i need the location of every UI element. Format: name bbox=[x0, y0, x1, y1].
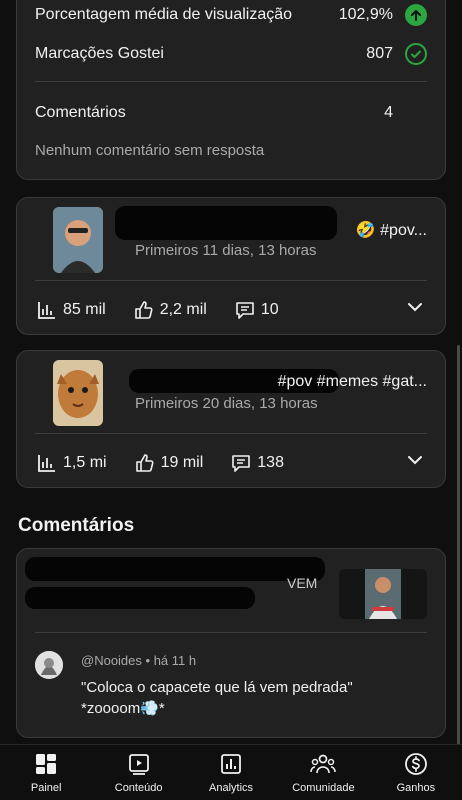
views-metric: 85 mil bbox=[37, 300, 106, 320]
likes-metric: 2,2 mil bbox=[134, 300, 207, 320]
comments-heading: Comentários bbox=[18, 515, 135, 536]
divider bbox=[35, 632, 427, 633]
views-value: 1,5 mi bbox=[63, 453, 107, 471]
video-thumbnail[interactable] bbox=[53, 360, 103, 426]
comment-line-2: *zoooom💨* bbox=[81, 700, 165, 717]
video-metrics: 85 mil 2,2 mil 10 bbox=[37, 297, 425, 322]
nav-item-painel[interactable]: Painel bbox=[0, 745, 92, 800]
redacted-video-title bbox=[25, 587, 255, 609]
video-title-fragment: VEM bbox=[287, 575, 318, 591]
nav-label: Ganhos bbox=[396, 782, 436, 794]
comment-author[interactable]: @Nooides bbox=[81, 653, 142, 668]
comment-time: há 11 h bbox=[153, 653, 197, 668]
avg-view-value: 102,9% bbox=[338, 6, 393, 23]
chevron-down-icon[interactable] bbox=[405, 450, 425, 475]
likes-row: Marcações Gostei 807 bbox=[35, 43, 427, 65]
nav-label: Analytics bbox=[209, 782, 254, 794]
divider bbox=[35, 81, 427, 82]
video-title: 🤣 #pov... bbox=[355, 222, 427, 239]
comments-value: 4 bbox=[384, 104, 393, 121]
comment-card[interactable]: VEM @Nooides • há 11 h "Coloca o capacet… bbox=[16, 548, 446, 738]
bar-chart-icon bbox=[38, 454, 55, 472]
chevron-down-icon[interactable] bbox=[405, 297, 425, 322]
scrollbar[interactable] bbox=[457, 345, 460, 745]
nav-item-comunidade[interactable]: Comunidade bbox=[277, 745, 369, 800]
comments-row: Comentários 4 bbox=[35, 104, 427, 122]
likes-value: 2,2 mil bbox=[159, 300, 207, 318]
likes-value: 19 mil bbox=[160, 453, 204, 471]
bar-chart-icon bbox=[38, 301, 55, 319]
no-reply-row: Nenhum comentário sem resposta bbox=[35, 142, 427, 159]
comments-value: 10 bbox=[260, 300, 279, 318]
views-value: 85 mil bbox=[63, 300, 106, 318]
comment-text: "Coloca o capacete que lá vem pedrada" *… bbox=[81, 677, 353, 719]
nav-item-ganhos[interactable]: Ganhos bbox=[370, 745, 462, 800]
avatar[interactable] bbox=[35, 651, 63, 679]
dashboard-icon bbox=[36, 754, 57, 774]
video-card-2[interactable]: #pov #memes #gat... Primeiros 20 dias, 1… bbox=[16, 350, 446, 488]
nav-item-conteudo[interactable]: Conteúdo bbox=[92, 745, 184, 800]
video-thumbnail[interactable] bbox=[53, 207, 103, 273]
nav-label: Painel bbox=[30, 782, 62, 794]
nav-label: Comunidade bbox=[292, 782, 355, 794]
redacted-video-title bbox=[25, 557, 325, 581]
likes-label: Marcações Gostei bbox=[35, 45, 164, 62]
divider bbox=[35, 433, 427, 434]
arrow-up-icon bbox=[405, 4, 427, 26]
views-metric: 1,5 mi bbox=[37, 453, 107, 473]
check-circle-icon bbox=[405, 43, 427, 65]
avg-view-label: Porcentagem média de visualização bbox=[35, 6, 293, 23]
comment-meta: @Nooides • há 11 h bbox=[81, 653, 196, 668]
comments-label: Comentários bbox=[35, 104, 126, 121]
comments-metric: 10 bbox=[235, 300, 279, 320]
likes-value: 807 bbox=[366, 45, 393, 62]
comment-icon bbox=[232, 454, 251, 472]
earnings-icon bbox=[404, 753, 427, 775]
nav-label: Conteúdo bbox=[114, 782, 163, 794]
divider bbox=[35, 280, 427, 281]
avg-view-row: Porcentagem média de visualização 102,9% bbox=[35, 4, 427, 26]
nav-item-analytics[interactable]: Analytics bbox=[185, 745, 277, 800]
comment-video-thumbnail[interactable] bbox=[339, 569, 427, 619]
video-subtitle: Primeiros 11 dias, 13 horas bbox=[135, 242, 317, 259]
meta-separator: • bbox=[145, 653, 154, 668]
video-subtitle: Primeiros 20 dias, 13 horas bbox=[135, 395, 318, 412]
video-title: #pov #memes #gat... bbox=[277, 373, 427, 390]
analytics-icon bbox=[221, 754, 241, 774]
content-icon bbox=[128, 754, 149, 775]
thumbs-up-icon bbox=[134, 300, 153, 319]
stats-card: Porcentagem média de visualização 102,9%… bbox=[16, 0, 446, 180]
community-icon bbox=[310, 754, 337, 774]
comment-icon bbox=[236, 301, 254, 319]
thumbs-up-icon bbox=[135, 453, 154, 472]
comments-value: 138 bbox=[257, 453, 284, 471]
likes-metric: 19 mil bbox=[135, 453, 204, 473]
video-metrics: 1,5 mi 19 mil 138 bbox=[37, 450, 425, 475]
bottom-nav: Painel Conteúdo Analytics Comunidade Gan… bbox=[0, 744, 462, 800]
video-card-1[interactable]: 🤣 #pov... Primeiros 11 dias, 13 horas 85… bbox=[16, 197, 446, 335]
comments-metric: 138 bbox=[231, 453, 284, 473]
no-reply-text: Nenhum comentário sem resposta bbox=[35, 142, 265, 159]
comment-line-1: "Coloca o capacete que lá vem pedrada" bbox=[81, 679, 353, 696]
